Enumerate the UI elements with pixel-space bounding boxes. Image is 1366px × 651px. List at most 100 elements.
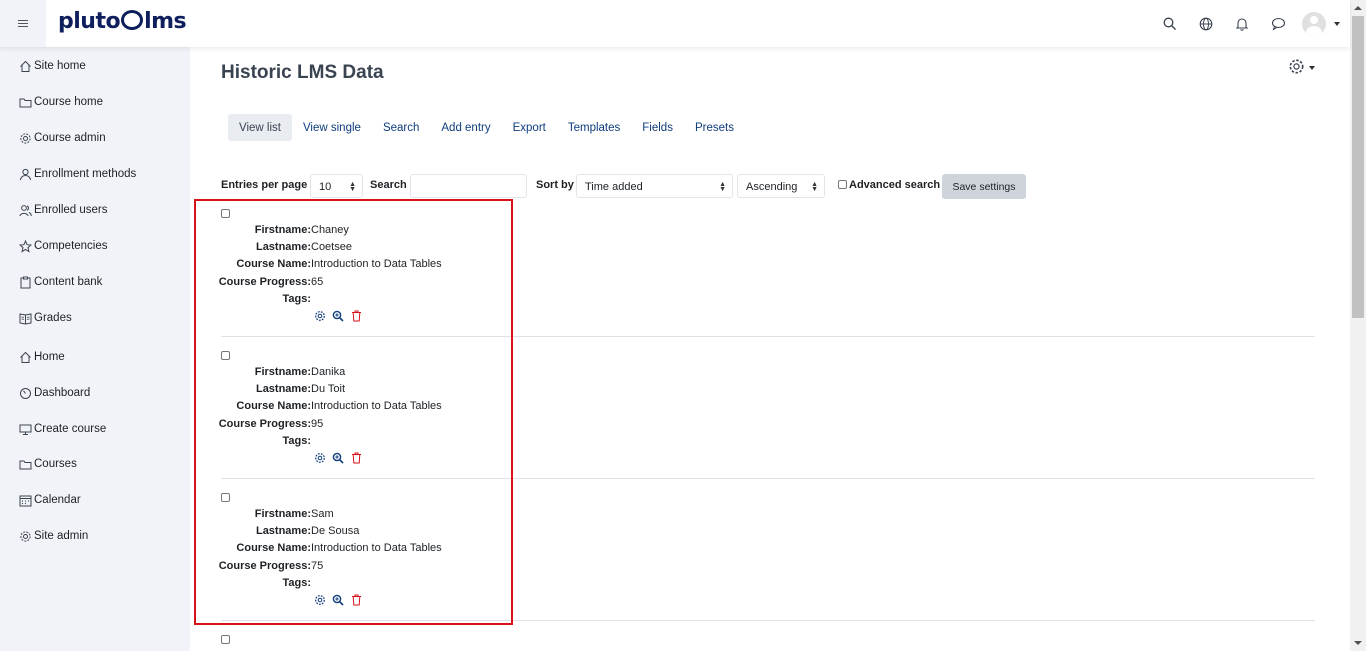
sidebar-item-label: Dashboard (34, 387, 91, 399)
advanced-search-label: Advanced search (849, 179, 941, 191)
sidebar-item-site-admin[interactable]: Site admin (18, 529, 88, 543)
filter-bar: Entries per page 10 ▲ ▼ Search Sort by Ti… (221, 174, 1041, 199)
gauge-icon (18, 386, 32, 400)
sidebar-item-label: Content bank (34, 276, 103, 288)
sidebar-item-course-home[interactable]: Course home (18, 95, 103, 109)
sidebar: Site home Course home Course admin Enrol… (0, 47, 190, 651)
scrollbar-thumb[interactable] (1352, 16, 1364, 318)
delete-trash-icon[interactable] (347, 593, 365, 607)
gear-icon (1288, 58, 1305, 78)
tags-label: Tags: (282, 577, 311, 589)
sidebar-item-home[interactable]: Home (18, 350, 65, 364)
page-settings-button[interactable] (1288, 58, 1315, 78)
sidebar-item-courses[interactable]: Courses (18, 457, 77, 471)
tab-add-entry[interactable]: Add entry (430, 114, 501, 141)
language-globe-icon[interactable] (1188, 17, 1224, 31)
lastname-label: Lastname: (255, 241, 311, 253)
edit-gear-icon[interactable] (311, 451, 329, 465)
course-progress-label: Course Progress: (218, 560, 311, 572)
lastname-value: Coetsee (311, 241, 352, 253)
sidebar-item-enrollment-methods[interactable]: Enrollment methods (18, 167, 136, 181)
entry-select-checkbox[interactable] (221, 493, 230, 502)
delete-trash-icon[interactable] (347, 451, 365, 465)
home-icon (18, 350, 32, 364)
tab-fields[interactable]: Fields (631, 114, 684, 141)
search-label: Search (370, 179, 407, 191)
hamburger-icon (18, 18, 28, 29)
sidebar-item-dashboard[interactable]: Dashboard (18, 386, 90, 400)
entries-per-page-select[interactable]: 10 ▲ ▼ (310, 174, 363, 198)
sort-by-value: Time added (585, 181, 643, 193)
sidebar-item-label: Courses (34, 458, 77, 470)
bell-icon[interactable] (1224, 17, 1260, 31)
tab-search[interactable]: Search (372, 114, 430, 141)
tab-export[interactable]: Export (502, 114, 557, 141)
user-menu-caret-icon[interactable] (1334, 21, 1340, 26)
course-progress-value: 75 (311, 560, 324, 572)
calendar-icon (18, 493, 32, 507)
entry-select-checkbox[interactable] (221, 635, 230, 644)
lastname-label: Lastname: (255, 383, 311, 395)
sort-order-value: Ascending (746, 181, 798, 193)
firstname-label: Firstname: (254, 224, 311, 236)
user-avatar[interactable] (1302, 11, 1326, 36)
gear-icon (18, 131, 32, 145)
course-progress-value: 95 (311, 418, 324, 430)
course-name-value: Introduction to Data Tables (311, 400, 442, 412)
sidebar-item-label: Calendar (34, 494, 81, 506)
edit-gear-icon[interactable] (311, 309, 329, 323)
save-settings-button[interactable]: Save settings (942, 174, 1026, 199)
tab-view-list[interactable]: View list (228, 114, 292, 141)
sidebar-item-grades[interactable]: Grades (18, 311, 72, 325)
logo-text-right: lms (144, 9, 187, 34)
sidebar-item-label: Grades (34, 312, 72, 324)
sidebar-item-label: Course home (34, 96, 104, 108)
tab-presets[interactable]: Presets (684, 114, 745, 141)
sort-order-select[interactable]: Ascending ▲ ▼ (737, 174, 825, 198)
advanced-search-checkbox[interactable] (838, 180, 847, 189)
home-icon (18, 59, 32, 73)
list-item: Firstname: Chaney Lastname: Coetsee Course… (219, 208, 1315, 338)
sidebar-item-label: Competencies (34, 240, 108, 252)
entry-select-checkbox[interactable] (221, 209, 230, 218)
sidebar-item-label: Course admin (34, 132, 106, 144)
sidebar-item-create-course[interactable]: Create course (18, 422, 106, 436)
caret-down-icon (1309, 66, 1315, 70)
message-bubble-icon[interactable] (1260, 17, 1296, 31)
vertical-scrollbar[interactable] (1350, 0, 1366, 651)
sidebar-item-content-bank[interactable]: Content bank (18, 275, 102, 289)
view-zoom-icon[interactable] (329, 593, 347, 607)
menu-toggle-button[interactable] (0, 0, 46, 47)
firstname-label: Firstname: (254, 508, 311, 520)
site-logo[interactable]: pluto lms (58, 8, 187, 34)
lastname-value: De Sousa (311, 525, 360, 537)
sort-by-select[interactable]: Time added ▲ ▼ (576, 174, 733, 198)
search-icon[interactable] (1152, 17, 1188, 31)
user-icon (18, 167, 32, 181)
firstname-label: Firstname: (254, 366, 311, 378)
firstname-value: Chaney (311, 224, 349, 236)
sidebar-item-enrolled-users[interactable]: Enrolled users (18, 203, 108, 217)
scroll-down-arrow-icon[interactable] (1350, 635, 1366, 651)
tab-view-single[interactable]: View single (292, 114, 372, 141)
scroll-up-arrow-icon[interactable] (1350, 0, 1366, 16)
search-input[interactable] (410, 174, 527, 198)
star-icon (18, 239, 32, 253)
sidebar-item-site-home[interactable]: Site home (18, 59, 86, 73)
sidebar-item-label: Site admin (34, 530, 89, 542)
entries-per-page-value: 10 (319, 181, 332, 193)
tags-label: Tags: (282, 435, 311, 447)
sidebar-item-calendar[interactable]: Calendar (18, 493, 81, 507)
delete-trash-icon[interactable] (347, 309, 365, 323)
gear-icon (18, 529, 32, 543)
sidebar-item-course-admin[interactable]: Course admin (18, 131, 106, 145)
monitor-icon (18, 422, 32, 436)
view-zoom-icon[interactable] (329, 309, 347, 323)
tab-templates[interactable]: Templates (557, 114, 631, 141)
entry-divider (221, 478, 1315, 479)
view-zoom-icon[interactable] (329, 451, 347, 465)
course-name-label: Course Name: (236, 542, 311, 554)
sidebar-item-competencies[interactable]: Competencies (18, 239, 108, 253)
edit-gear-icon[interactable] (311, 593, 329, 607)
entry-select-checkbox[interactable] (221, 351, 230, 360)
